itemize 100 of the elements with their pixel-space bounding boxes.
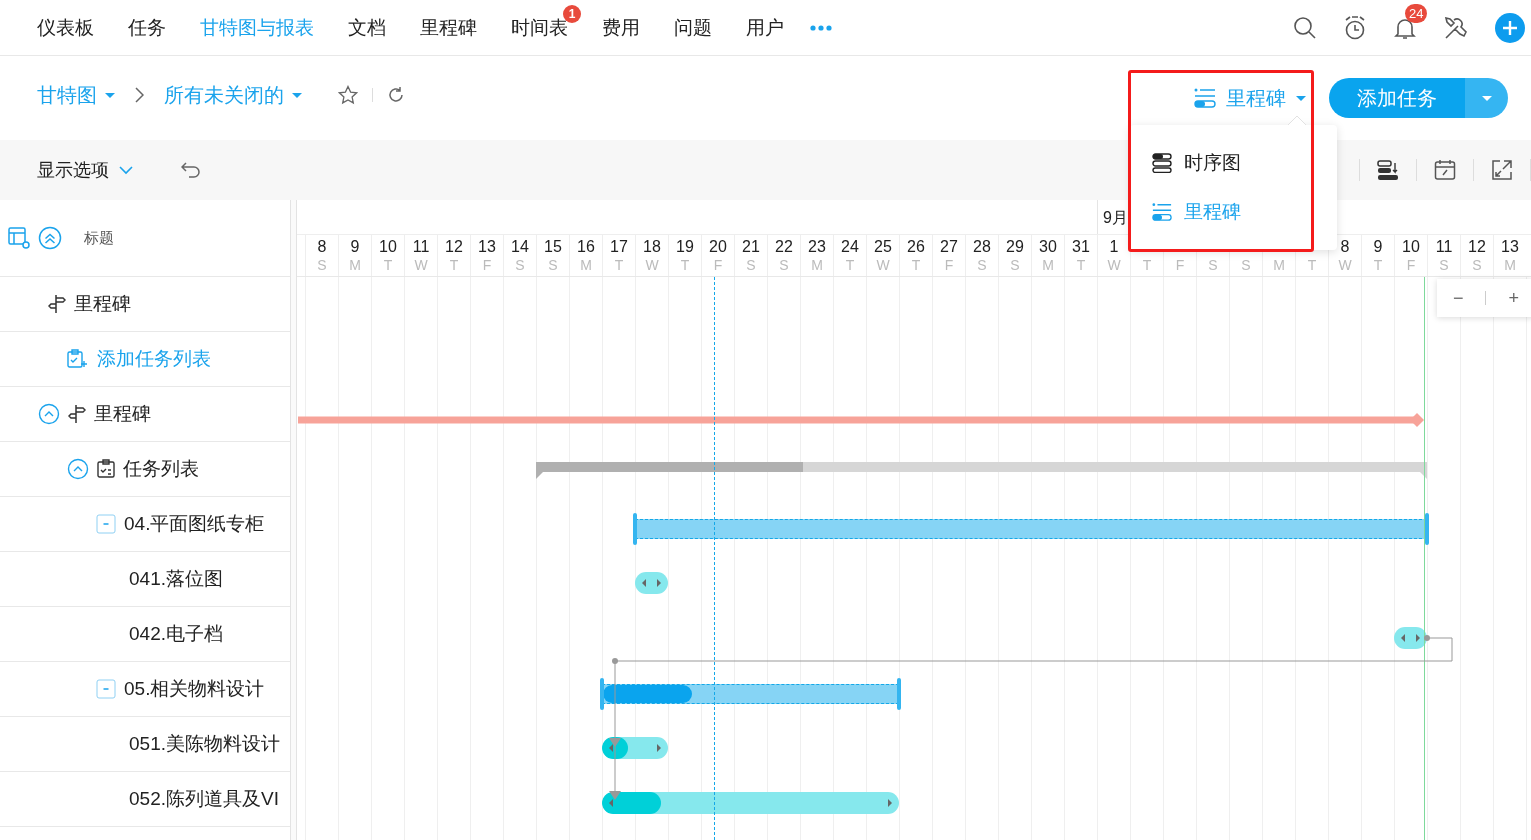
signpost-icon <box>68 404 86 424</box>
task-list-bar[interactable] <box>536 462 1427 479</box>
day-number: 23 <box>808 239 826 256</box>
weekday-letter: M <box>580 258 592 272</box>
menu-pointer <box>1288 116 1306 125</box>
add-task-menu-button[interactable] <box>1465 78 1508 118</box>
day-number: 9 <box>350 239 360 256</box>
day-number: 16 <box>577 239 595 256</box>
task-name[interactable]: 051.美陈物料设计 <box>129 731 280 757</box>
task-name[interactable]: 052.陈列道具及VI <box>129 786 279 812</box>
weekday-letter: T <box>1373 258 1383 272</box>
weekday-letter: M <box>1042 258 1054 272</box>
day-number: 22 <box>775 239 793 256</box>
weekday-letter: S <box>779 258 789 272</box>
day-number: 1 <box>1109 239 1119 256</box>
day-number: 9 <box>1373 239 1383 256</box>
day-number: 24 <box>841 239 859 256</box>
expand-icon[interactable] <box>1491 159 1513 181</box>
task-group-name[interactable]: 05.相关物料设计 <box>124 676 265 702</box>
day-number: 19 <box>676 239 694 256</box>
tree-item-label[interactable]: 里程碑 <box>74 291 131 317</box>
day-number: 18 <box>643 239 661 256</box>
nav-tab[interactable]: 文档 <box>348 14 386 41</box>
tree-item-label[interactable]: 里程碑 <box>94 401 151 427</box>
add-clipboard-icon <box>67 349 89 369</box>
tree-item-label[interactable]: 任务列表 <box>123 456 199 482</box>
sort-bars-icon[interactable] <box>1377 159 1399 181</box>
column-settings-icon[interactable] <box>8 227 30 249</box>
task-bar[interactable] <box>635 572 668 594</box>
weekday-letter: M <box>1504 258 1516 272</box>
weekday-letter: F <box>944 258 954 272</box>
search-icon[interactable] <box>1293 15 1317 40</box>
task-name[interactable]: 041.落位图 <box>129 566 223 592</box>
calendar-icon[interactable] <box>1434 159 1456 181</box>
task-name[interactable]: 042.电子档 <box>129 621 223 647</box>
notification-badge: 24 <box>1405 3 1428 23</box>
task-group-bar[interactable] <box>600 678 901 710</box>
nav-tab[interactable]: 费用 <box>602 14 640 41</box>
zoom-in-button[interactable]: + <box>1498 287 1529 309</box>
collapse-icon[interactable] <box>67 458 89 480</box>
collapse-all-icon[interactable] <box>38 226 62 250</box>
star-icon[interactable] <box>338 85 358 105</box>
weekday-letter: W <box>876 258 890 272</box>
day-number: 11 <box>1435 239 1453 256</box>
day-number: 8 <box>1340 239 1350 256</box>
day-number: 20 <box>709 239 727 256</box>
day-number: 27 <box>940 239 958 256</box>
column-header: 标题 <box>84 228 114 248</box>
chevron-down-icon <box>119 165 133 175</box>
collapse-icon[interactable] <box>38 403 60 425</box>
day-number: 12 <box>1468 239 1486 256</box>
nav-tab[interactable]: 仪表板 <box>37 14 94 41</box>
weekday-letter: S <box>548 258 558 272</box>
nav-tab[interactable]: 里程碑 <box>420 14 477 41</box>
weekday-letter: T <box>845 258 855 272</box>
day-number: 21 <box>742 239 760 256</box>
task-bar[interactable] <box>1394 627 1427 649</box>
task-bar[interactable] <box>602 737 668 759</box>
day-number: 13 <box>1501 239 1519 256</box>
milestone-bar[interactable] <box>298 413 1424 427</box>
weekday-letter: S <box>1241 258 1251 272</box>
day-number: 13 <box>478 239 496 256</box>
weekday-letter: S <box>1472 258 1482 272</box>
weekday-letter: W <box>414 258 428 272</box>
day-number: 10 <box>379 239 397 256</box>
add-icon[interactable] <box>1495 12 1525 43</box>
nav-tab[interactable]: 任务 <box>128 14 166 41</box>
caret-icon <box>1296 95 1306 101</box>
zoom-out-button[interactable]: − <box>1443 287 1474 309</box>
refresh-icon[interactable] <box>387 86 405 104</box>
task-group-name[interactable]: 04.平面图纸专柜 <box>124 511 265 537</box>
day-number: 29 <box>1006 239 1024 256</box>
undo-icon[interactable] <box>181 162 201 178</box>
weekday-letter: F <box>1406 258 1416 272</box>
display-options-dropdown[interactable]: 显示选项 <box>37 158 133 182</box>
caret-icon <box>292 92 302 98</box>
weekday-letter: F <box>1175 258 1185 272</box>
weekday-letter: W <box>1107 258 1121 272</box>
nav-tab[interactable]: 用户 <box>746 14 784 41</box>
weekday-letter: T <box>1307 258 1317 272</box>
day-number: 30 <box>1039 239 1057 256</box>
clipboard-icon <box>97 459 115 479</box>
task-group-bar[interactable] <box>633 513 1429 545</box>
tools-icon[interactable] <box>1443 14 1469 41</box>
weekday-letter: M <box>811 258 823 272</box>
weekday-letter: M <box>1273 258 1285 272</box>
weekday-letter: S <box>1208 258 1218 272</box>
day-number: 26 <box>907 239 925 256</box>
caret-icon <box>105 92 115 98</box>
day-number: 28 <box>973 239 991 256</box>
more-icon[interactable] <box>810 24 832 31</box>
day-number: 14 <box>511 239 529 256</box>
menu-item[interactable]: 时序图 <box>1152 145 1337 181</box>
nav-tab[interactable]: 问题 <box>674 14 712 41</box>
day-number: 11 <box>412 239 430 256</box>
chevron-right-icon <box>135 87 144 103</box>
day-number: 10 <box>1402 239 1420 256</box>
alarm-clock-icon[interactable] <box>1343 14 1367 41</box>
caret-icon <box>1481 95 1492 101</box>
weekday-letter: M <box>349 258 361 272</box>
